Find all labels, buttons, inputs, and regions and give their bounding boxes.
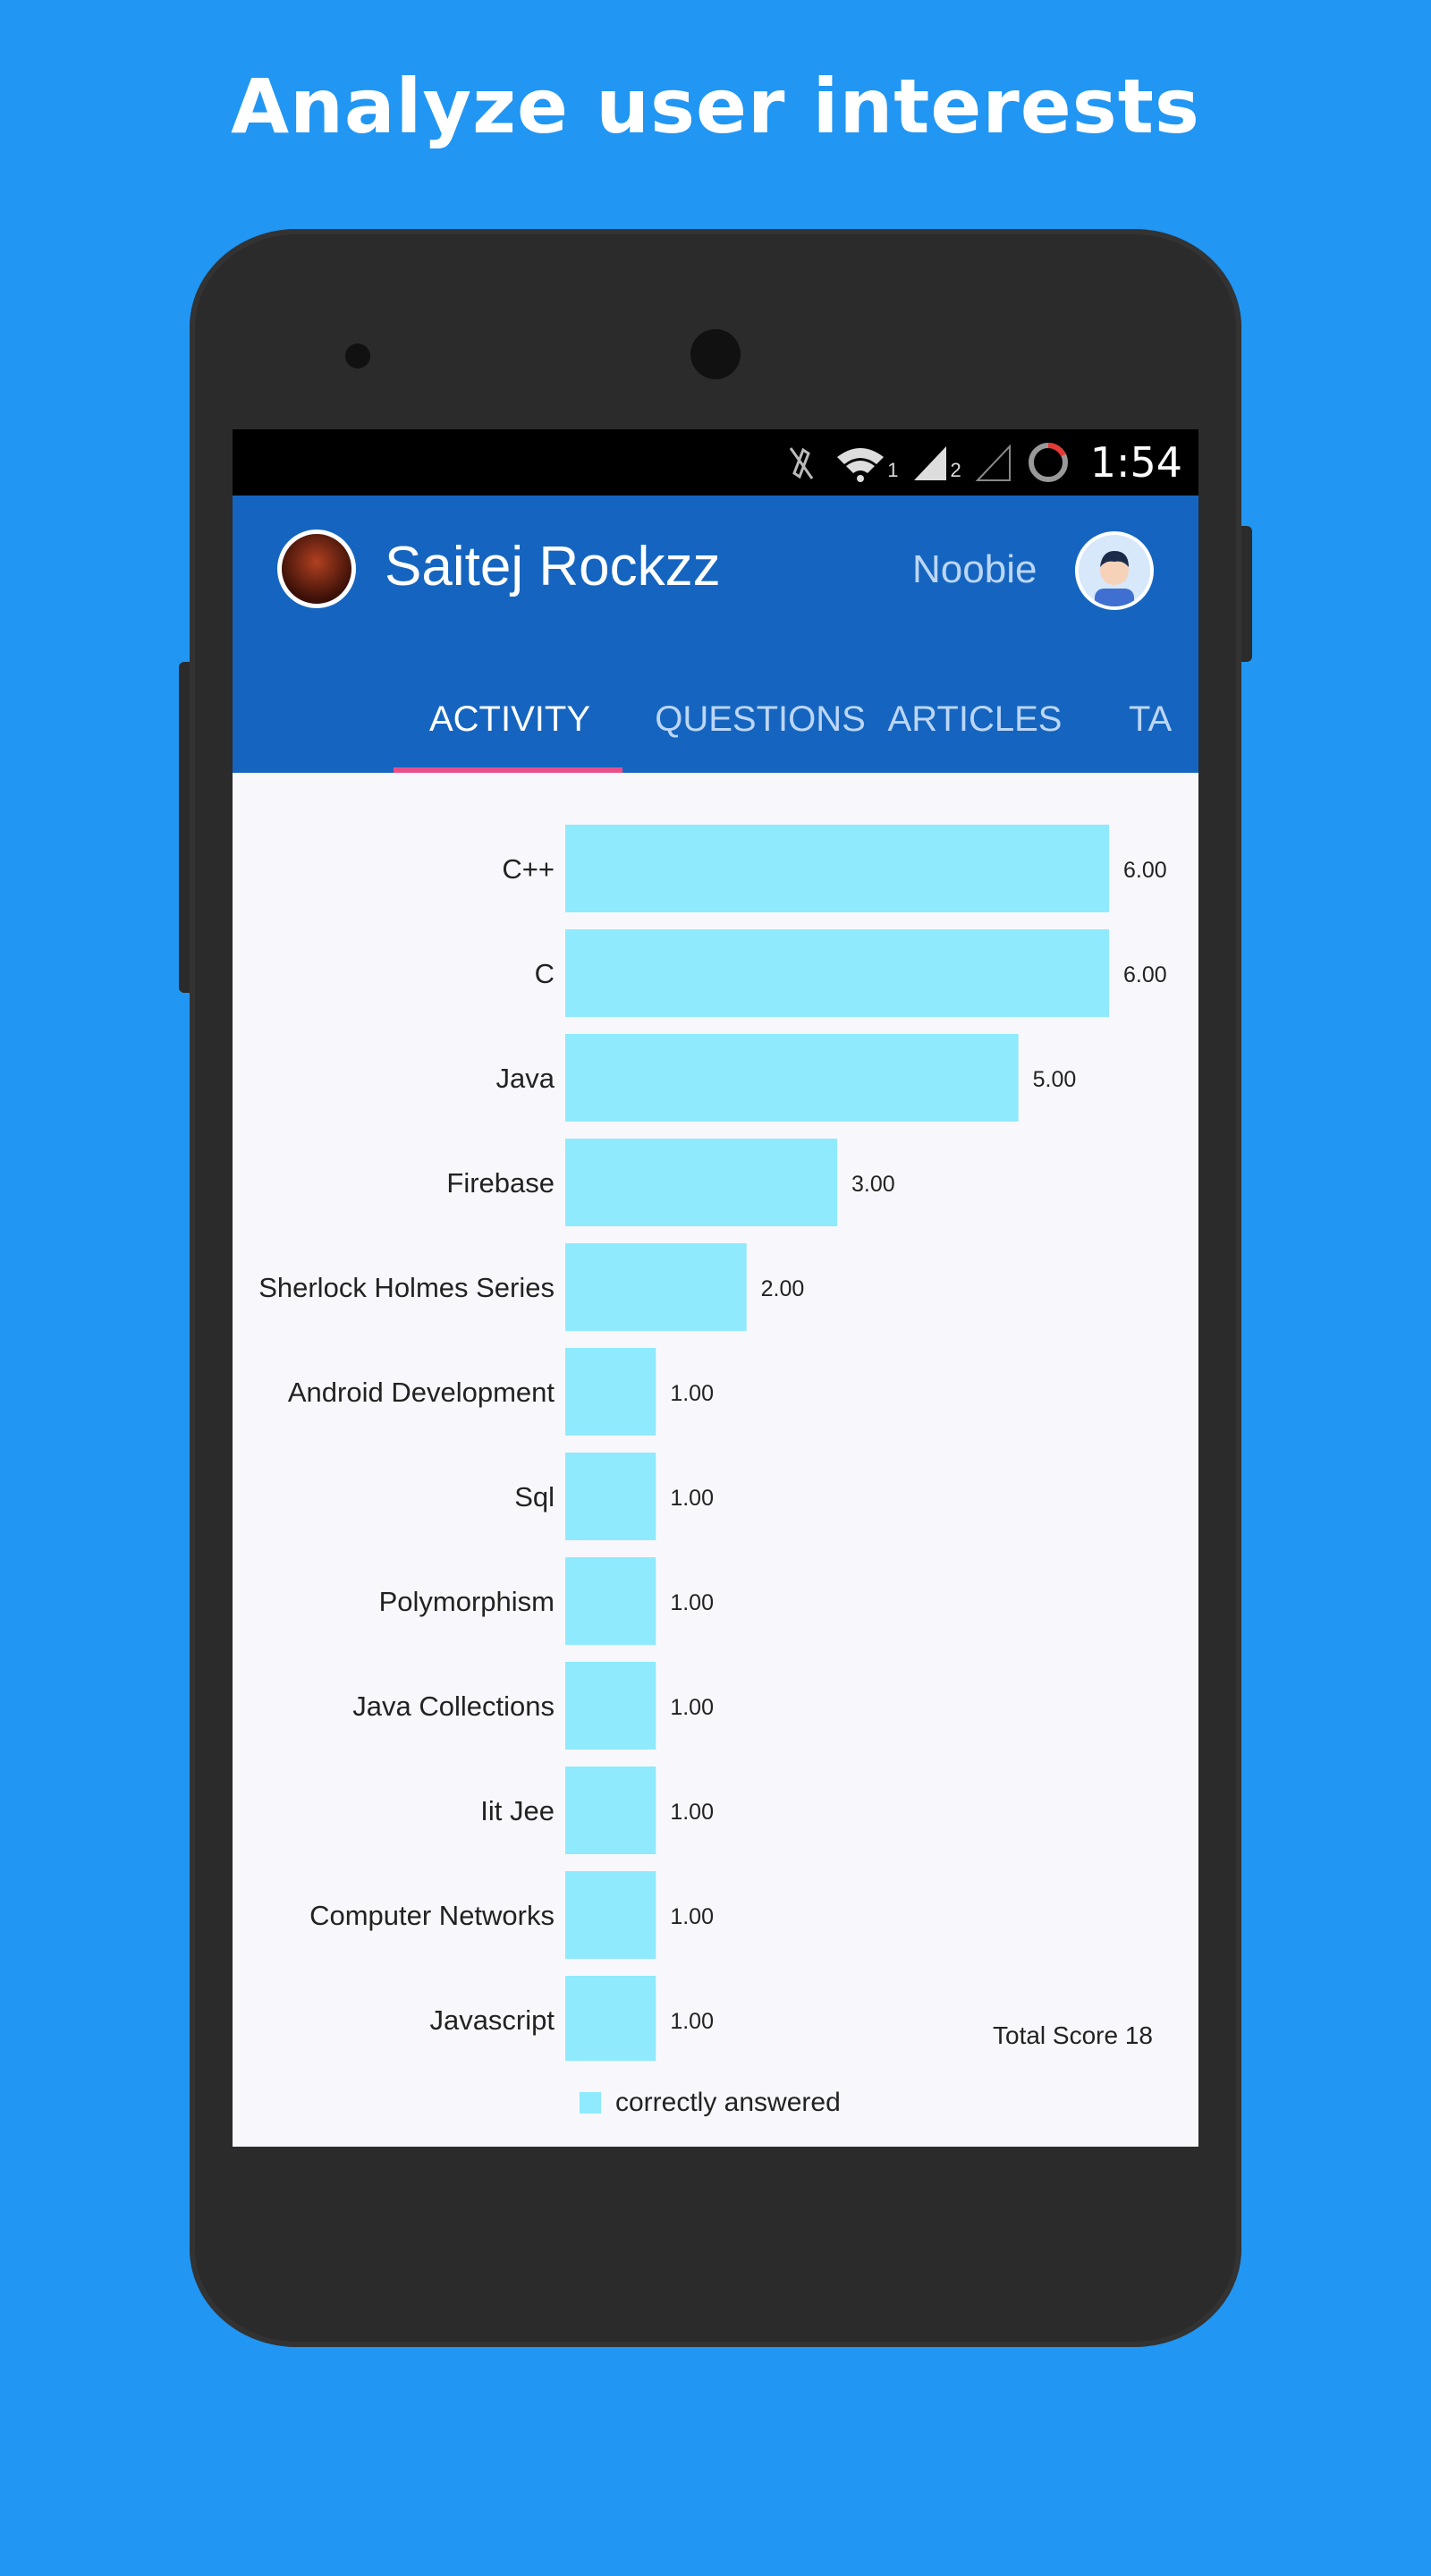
status-time: 1:54 [1089,438,1182,487]
headline: Analyze user interests [231,63,1200,150]
signal-sub-label: 2 [950,459,961,481]
category-label-10: Computer Networks [309,1900,555,1931]
profile-name: Saitej Rockzz [385,536,721,597]
wifi-icon: 1 [834,443,898,482]
total-score: Total Score 18 [993,2021,1153,2049]
rank-label: Noobie [912,547,1037,591]
chart-legend: correctly answered [580,2088,841,2118]
category-label-9: Iit Jee [480,1795,555,1826]
bar-9 [565,1767,656,1854]
phone-side-button-right [1240,526,1252,662]
bar-3 [565,1139,837,1226]
bar-8 [565,1662,656,1750]
bar-2 [565,1034,1019,1122]
signal-empty-icon [975,444,1011,481]
category-label-5: Android Development [288,1377,555,1408]
value-label-10: 1.00 [670,1904,714,1929]
phone-screen: 1 2 1:54 Saitej Rockzz Noobie ACTIVITY Q… [233,429,1198,2147]
bar-10 [565,1871,656,1959]
value-label-6: 1.00 [670,1486,714,1511]
bar-4 [565,1243,747,1331]
phone-camera [690,329,741,379]
value-label-7: 1.00 [670,1590,714,1615]
value-label-9: 1.00 [670,1800,714,1825]
bar-chart: C++ 6.00 C 6.00 Java 5.00 Firebase 3.00 Sherlock… [258,825,1167,2061]
value-label-4: 2.00 [761,1276,805,1301]
status-bar: 1 2 1:54 [233,429,1198,496]
bar-5 [565,1348,656,1436]
value-label-8: 1.00 [670,1695,714,1720]
value-label-5: 1.00 [670,1381,714,1406]
category-label-0: C++ [502,853,555,885]
mute-icon [789,447,814,479]
bar-7 [565,1557,656,1645]
rank-avatar[interactable] [1075,531,1154,610]
battery-ring-icon [1028,443,1068,482]
phone-sensor [345,343,370,369]
profile-avatar[interactable] [277,530,356,608]
bar-6 [565,1453,656,1540]
signal-icon: 2 [910,443,961,482]
category-label-7: Polymorphism [379,1586,555,1617]
category-label-8: Java Collections [352,1690,555,1722]
bar-0 [565,825,1109,912]
category-label-11: Javascript [429,2004,555,2036]
category-label-4: Sherlock Holmes Series [258,1272,555,1303]
legend-label: correctly answered [615,2088,841,2117]
app-bar: Saitej Rockzz Noobie ACTIVITY QUESTIONS … [233,496,1198,773]
tab-tags[interactable]: TA [1082,665,1198,773]
value-label-3: 3.00 [851,1172,895,1197]
bar-11 [565,1976,656,2061]
value-label-1: 6.00 [1123,962,1167,987]
category-label-3: Firebase [446,1167,555,1199]
value-label-11: 1.00 [670,2009,714,2034]
bar-1 [565,929,1109,1017]
tab-questions[interactable]: QUESTIONS [653,665,868,773]
wifi-sub-label: 1 [887,459,899,481]
tab-bar: ACTIVITY QUESTIONS ARTICLES TA [233,665,1198,773]
tab-articles[interactable]: ARTICLES [885,665,1064,773]
interest-chart: C++ 6.00 C 6.00 Java 5.00 Firebase 3.00 Sherlock… [233,773,1198,2147]
category-label-1: C [535,958,555,989]
value-label-2: 5.00 [1033,1067,1077,1092]
value-label-0: 6.00 [1123,858,1167,883]
rank-avatar-icon [1095,551,1134,606]
category-label-6: Sql [514,1481,555,1513]
category-label-2: Java [496,1063,555,1094]
legend-swatch [580,2092,601,2114]
tab-activity[interactable]: ACTIVITY [385,665,635,773]
